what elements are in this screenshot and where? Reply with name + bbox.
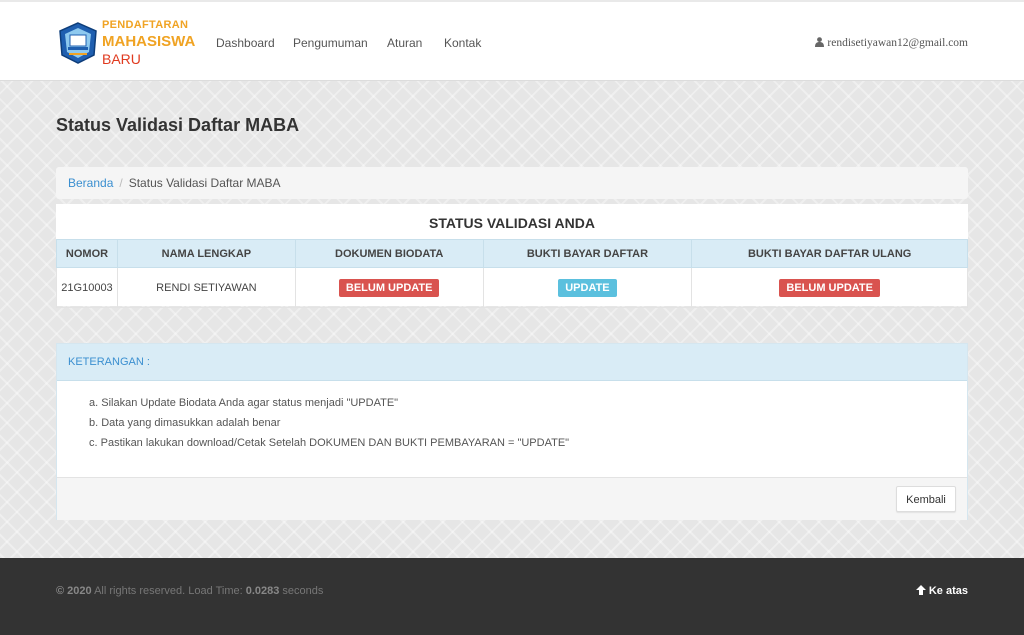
logo-line-1: PENDAFTARAN [102,19,189,31]
arrow-up-icon [915,585,926,595]
page-title: Status Validasi Daftar MABA [56,115,300,135]
breadcrumb: Beranda / Status Validasi Daftar MABA [56,167,968,199]
top-navbar: PENDAFTARAN MAHASISWA BARU Dashboard Pen… [0,0,1024,81]
table-row: 21G10003 RENDI SETIYAWAN BELUM UPDATE UP… [56,267,968,308]
keterangan-title: KETERANGAN : [57,344,967,381]
cell-bukti-bayar-daftar-ulang: BELUM UPDATE [691,267,968,308]
logo-line-2: MAHASISWA [102,33,196,50]
site-logo[interactable]: PENDAFTARAN MAHASISWA BARU [56,18,196,68]
page-footer: © 2020 All rights reserved. Load Time: 0… [0,558,1024,635]
list-item: c. Pastikan lakukan download/Cetak Setel… [89,437,570,449]
nav-pengumuman[interactable]: Pengumuman [293,36,368,50]
list-item: b. Data yang dimasukkan adalah benar [89,417,281,429]
user-email: rendisetiyawan12@gmail.com [827,37,968,49]
nav-dashboard[interactable]: Dashboard [216,36,275,50]
copyright-year: © 2020 [56,585,92,597]
status-badge-bukti-bayar-daftar-ulang: BELUM UPDATE [779,278,880,297]
copyright-text: © 2020 All rights reserved. Load Time: 0… [56,585,323,597]
nav-aturan[interactable]: Aturan [387,36,422,50]
nav-kontak[interactable]: Kontak [444,36,481,50]
column-header-nomor: NOMOR [56,239,118,268]
logo-emblem-icon [59,22,97,64]
breadcrumb-separator: / [119,176,123,190]
column-header-nama: NAMA LENGKAP [116,239,296,268]
column-header-bukti-bayar-daftar-ulang: BUKTI BAYAR DAFTAR ULANG [691,239,968,268]
status-badge-bukti-bayar-daftar: UPDATE [558,278,617,297]
kembali-button[interactable]: Kembali [896,486,956,512]
list-item: a. Silakan Update Biodata Anda agar stat… [89,397,399,409]
back-to-top-link[interactable]: Ke atas [915,585,968,597]
breadcrumb-current: Status Validasi Daftar MABA [128,176,281,190]
table-header-row: NOMOR NAMA LENGKAP DOKUMEN BIODATA BUKTI… [56,239,968,268]
cell-dokumen-biodata: BELUM UPDATE [294,267,484,308]
status-table: NOMOR NAMA LENGKAP DOKUMEN BIODATA BUKTI… [56,239,968,308]
column-header-bukti-bayar-daftar: BUKTI BAYAR DAFTAR [482,239,693,268]
copyright-text-part2: seconds [279,585,324,597]
keterangan-footer: Kembali [57,477,967,520]
logo-line-3: BARU [102,51,141,67]
back-to-top-label: Ke atas [928,585,968,597]
cell-bukti-bayar-daftar: UPDATE [482,267,693,308]
cell-nama: RENDI SETIYAWAN [116,267,296,308]
user-menu[interactable]: rendisetiyawan12@gmail.com [815,37,968,49]
copyright-text-part1: All rights reserved. Load Time: [91,585,246,597]
column-header-dokumen-biodata: DOKUMEN BIODATA [294,239,484,268]
breadcrumb-home-link[interactable]: Beranda [68,176,113,190]
user-icon [815,37,825,47]
load-time-value: 0.0283 [245,585,280,597]
status-panel: STATUS VALIDASI ANDA NOMOR NAMA LENGKAP … [56,204,968,308]
cell-nomor: 21G10003 [56,267,118,308]
keterangan-panel: KETERANGAN : a. Silakan Update Biodata A… [56,343,968,520]
status-title: STATUS VALIDASI ANDA [429,215,595,231]
status-badge-dokumen-biodata: BELUM UPDATE [338,278,440,297]
